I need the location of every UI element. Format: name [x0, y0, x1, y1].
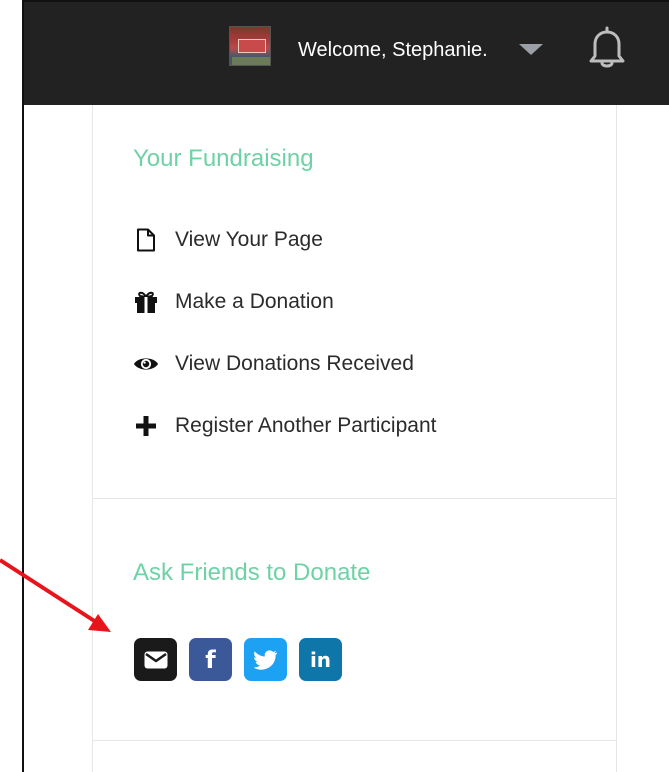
- menu-item-label: View Donations Received: [175, 352, 414, 375]
- file-icon: [133, 227, 159, 253]
- facebook-share-button[interactable]: f: [189, 638, 232, 681]
- email-share-button[interactable]: [134, 638, 177, 681]
- top-navigation-bar: Welcome, Stephanie.: [24, 2, 669, 105]
- eye-icon: [133, 351, 159, 377]
- your-fundraising-heading: Your Fundraising: [133, 145, 314, 172]
- chevron-down-icon[interactable]: [519, 44, 543, 55]
- menu-item-label: Make a Donation: [175, 290, 334, 313]
- menu-item-label: View Your Page: [175, 228, 323, 251]
- welcome-message[interactable]: Welcome, Stephanie.: [298, 38, 488, 62]
- user-avatar[interactable]: [229, 26, 271, 66]
- linkedin-share-button[interactable]: in: [299, 638, 342, 681]
- twitter-icon: [253, 649, 277, 670]
- bell-icon[interactable]: [585, 24, 629, 70]
- section-divider: [93, 498, 616, 499]
- ask-friends-heading: Ask Friends to Donate: [133, 559, 371, 586]
- social-share-buttons: f in: [134, 638, 342, 681]
- facebook-icon: f: [205, 645, 216, 674]
- menu-item-make-a-donation[interactable]: Make a Donation: [133, 287, 334, 317]
- gift-icon: [133, 289, 159, 315]
- plus-icon: [133, 413, 159, 439]
- linkedin-icon: in: [309, 647, 332, 672]
- menu-item-view-your-page[interactable]: View Your Page: [133, 225, 323, 255]
- section-divider: [93, 740, 616, 741]
- menu-item-register-another-participant[interactable]: Register Another Participant: [133, 411, 436, 441]
- menu-item-view-donations-received[interactable]: View Donations Received: [133, 349, 414, 379]
- menu-item-label: Register Another Participant: [175, 414, 437, 437]
- twitter-share-button[interactable]: [244, 638, 287, 681]
- email-icon: [144, 651, 167, 668]
